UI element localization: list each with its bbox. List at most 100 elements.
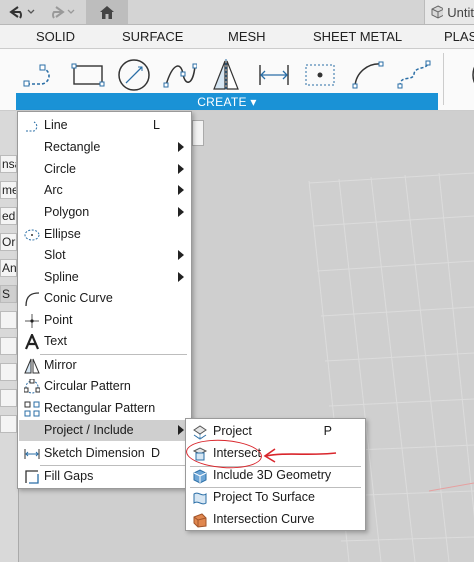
menu-item-label: Rectangle [44, 140, 101, 154]
menu-item-label: Project [213, 424, 252, 438]
title-bar: Untit [0, 0, 474, 25]
tab-sheet-metal[interactable]: SHEET METAL [313, 29, 402, 44]
menu-item-label: Circle [44, 162, 76, 176]
menu-item-label: Text [44, 334, 67, 348]
browser-item[interactable] [0, 363, 17, 381]
point-icon [23, 312, 41, 330]
rectangle-tool-button[interactable] [70, 57, 106, 93]
menu-item-label: Include 3D Geometry [213, 468, 332, 482]
canvas-handle[interactable] [192, 120, 204, 146]
menu-item-label: Spline [44, 270, 79, 284]
browser-item[interactable] [0, 311, 17, 329]
tab-solid[interactable]: SOLID [36, 29, 75, 44]
project-icon [191, 423, 209, 441]
menu-item-arc[interactable]: Arc [19, 180, 190, 201]
point-tool-button[interactable] [302, 57, 338, 93]
redo-button[interactable] [44, 2, 78, 22]
menu-item-label: Conic Curve [44, 291, 113, 305]
menu-item-spline[interactable]: Spline [19, 267, 190, 288]
undo-icon [9, 6, 35, 19]
submenu-arrow-icon [178, 142, 184, 152]
menu-item-circle[interactable]: Circle [19, 159, 190, 180]
tab-mesh[interactable]: MESH [228, 29, 266, 44]
browser-item[interactable] [0, 415, 17, 433]
menu-item-text[interactable]: Text [19, 331, 190, 352]
menu-item-label: Circular Pattern [44, 379, 131, 393]
menu-item-label: Ellipse [44, 227, 81, 241]
circle-tool-icon [118, 59, 150, 91]
menu-item-label: Point [44, 313, 73, 327]
menu-item-ellipse[interactable]: Ellipse [19, 224, 190, 245]
point-tool-icon [305, 64, 335, 86]
sketch-dimension-tool-button[interactable] [256, 57, 292, 93]
menu-item-include-3d-geometry[interactable]: Include 3D Geometry [187, 465, 364, 486]
toolbar-divider [443, 53, 444, 105]
browser-item[interactable]: me [0, 181, 17, 199]
submenu-arrow-icon [178, 272, 184, 282]
menu-item-project-to-surface[interactable]: Project To Surface [187, 487, 364, 508]
menu-item-circular-pattern[interactable]: Circular Pattern [19, 376, 190, 397]
intersection-curve-icon [191, 511, 209, 529]
menu-item-conic-curve[interactable]: Conic Curve [19, 288, 190, 309]
menu-item-point[interactable]: Point [19, 310, 190, 331]
line-tool-button[interactable] [22, 57, 58, 93]
annotation-arrow-icon [263, 448, 337, 463]
browser-section[interactable]: S [0, 285, 17, 303]
menu-item-rectangle[interactable]: Rectangle [19, 137, 190, 158]
menu-item-label: Intersection Curve [213, 512, 315, 526]
menu-item-rectangular-pattern[interactable]: Rectangular Pattern [19, 398, 190, 419]
mirror-tool-button[interactable] [208, 57, 244, 93]
tab-plastic[interactable]: PLAST [444, 29, 474, 44]
rectangular-pattern-icon [23, 400, 41, 418]
text-icon [23, 333, 41, 351]
home-icon [100, 6, 114, 19]
browser-item[interactable] [0, 389, 17, 407]
menu-item-label: Project / Include [44, 423, 134, 437]
menu-item-slot[interactable]: Slot [19, 245, 190, 266]
partial-tool-icon [472, 66, 474, 84]
menu-item-label: Rectangular Pattern [44, 401, 156, 415]
mirror-tool-icon [213, 59, 239, 91]
create-menu: Line L Rectangle Circle Arc Polygon Elli… [17, 111, 192, 489]
browser-item[interactable] [0, 337, 17, 355]
menu-item-fill-gaps[interactable]: Fill Gaps [19, 466, 190, 487]
browser-item[interactable]: nsa [0, 155, 17, 173]
menu-item-project-include[interactable]: Project / Include [19, 420, 190, 441]
document-title: Untit [447, 4, 474, 20]
tab-surface[interactable]: SURFACE [122, 29, 183, 44]
conic-curve-icon [23, 290, 41, 308]
curve-tool-button[interactable] [396, 57, 432, 93]
home-button[interactable] [86, 0, 128, 24]
menu-item-label: Polygon [44, 205, 90, 219]
arc-tool-button[interactable] [350, 57, 386, 93]
include-3d-geometry-icon [191, 467, 209, 485]
menu-item-label: Line [44, 118, 68, 132]
create-dropdown-button[interactable]: CREATE ▾ [16, 93, 438, 110]
menu-item-intersection-curve[interactable]: Intersection Curve [187, 509, 364, 530]
browser-item[interactable]: ed [0, 207, 17, 225]
spline-tool-button[interactable] [162, 57, 198, 93]
menu-item-shortcut: D [150, 446, 160, 460]
menu-item-label: Mirror [44, 358, 77, 372]
line-tool-icon [23, 64, 50, 87]
menu-item-label: Slot [44, 248, 66, 262]
undo-button[interactable] [4, 2, 38, 22]
sketch-dimension-tool-icon [259, 65, 289, 85]
menu-item-sketch-dimension[interactable]: Sketch Dimension D [19, 443, 190, 464]
browser-item[interactable]: An [0, 259, 17, 277]
menu-item-polygon[interactable]: Polygon [19, 202, 190, 223]
menu-item-mirror[interactable]: Mirror [19, 355, 190, 376]
document-tab[interactable]: Untit [424, 0, 474, 24]
menu-item-line[interactable]: Line L [19, 115, 190, 136]
submenu-arrow-icon [178, 207, 184, 217]
sketch-dimension-icon [23, 445, 41, 463]
submenu-arrow-icon [178, 250, 184, 260]
next-tool-button[interactable] [448, 57, 474, 93]
menu-item-label: Fill Gaps [44, 469, 94, 483]
circle-tool-button[interactable] [116, 57, 152, 93]
menu-item-label: Sketch Dimension [44, 446, 145, 460]
browser-item[interactable]: Ori [0, 233, 17, 251]
line-icon [23, 117, 41, 135]
fill-gaps-icon [23, 468, 41, 486]
submenu-arrow-icon [178, 164, 184, 174]
